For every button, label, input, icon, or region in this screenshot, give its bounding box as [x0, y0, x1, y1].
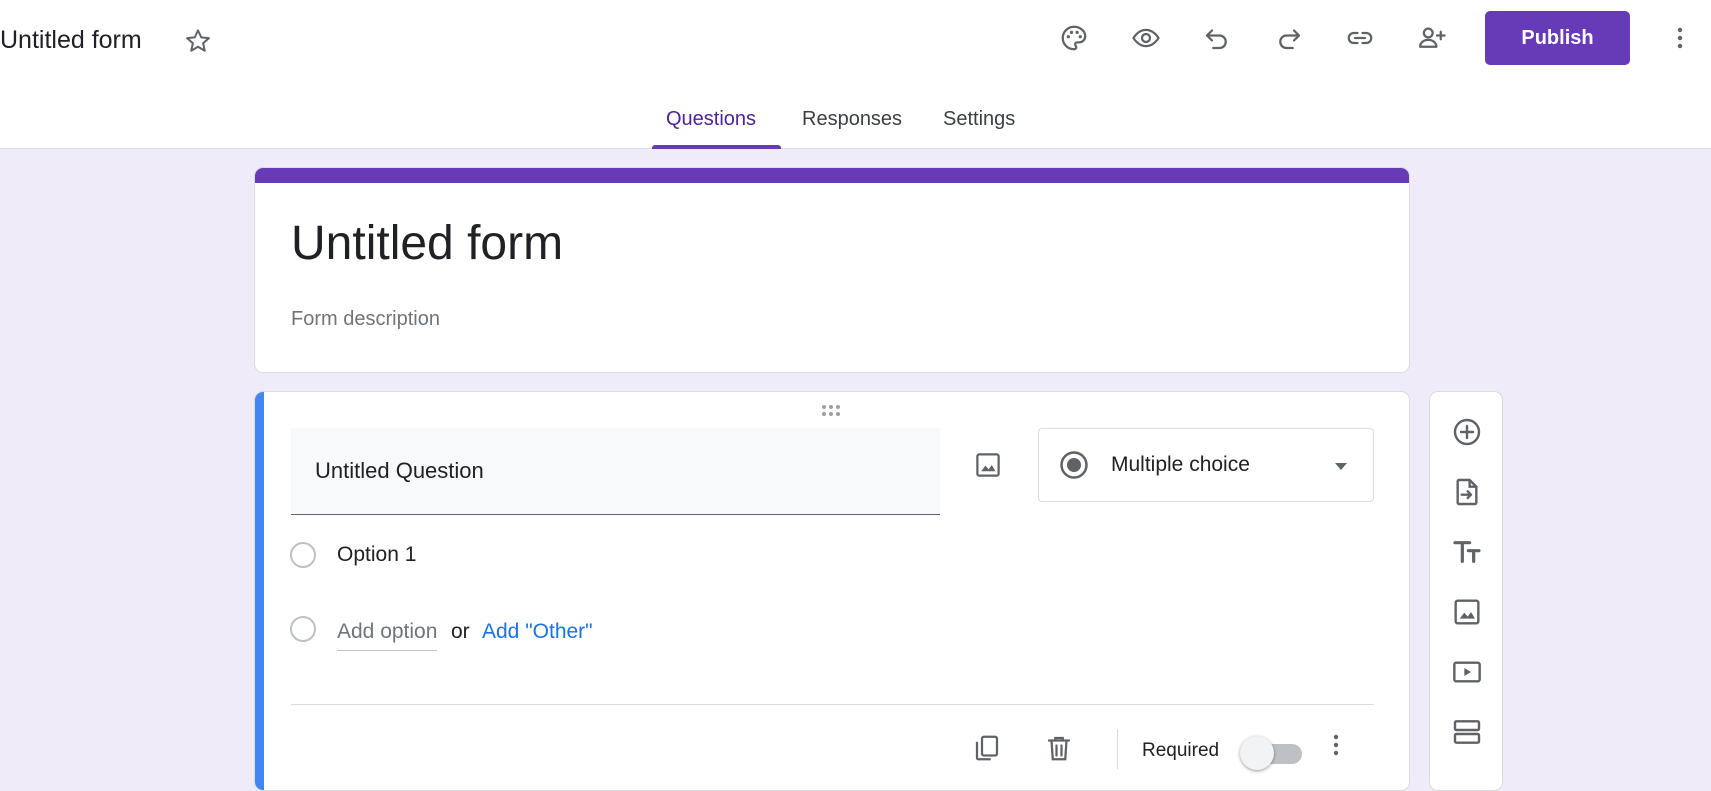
question-footer-divider — [291, 704, 1374, 705]
publish-button[interactable]: Publish — [1485, 11, 1630, 65]
tab-responses[interactable]: Responses — [802, 108, 902, 131]
add-section-icon[interactable] — [1447, 712, 1487, 752]
footer-vertical-divider — [1117, 729, 1118, 769]
question-title-field[interactable]: Untitled Question — [291, 428, 940, 515]
add-option-radio — [290, 616, 316, 642]
form-description-input[interactable]: Form description — [291, 308, 440, 331]
question-title-text: Untitled Question — [315, 458, 484, 483]
add-image-icon[interactable] — [971, 448, 1005, 482]
duplicate-icon[interactable] — [972, 733, 1002, 763]
add-collaborator-icon[interactable] — [1414, 20, 1450, 56]
preview-icon[interactable] — [1128, 20, 1164, 56]
option-radio — [290, 542, 316, 568]
add-video-icon[interactable] — [1447, 652, 1487, 692]
question-type-label: Multiple choice — [1111, 453, 1250, 476]
tab-questions[interactable]: Questions — [666, 108, 756, 131]
floating-toolbar — [1429, 391, 1503, 791]
drag-handle-icon[interactable] — [820, 404, 848, 418]
delete-icon[interactable] — [1044, 733, 1074, 763]
add-title-icon[interactable] — [1447, 532, 1487, 572]
import-questions-icon[interactable] — [1447, 472, 1487, 512]
radio-button-checked-icon — [1059, 450, 1089, 480]
required-toggle-knob[interactable] — [1240, 736, 1274, 770]
palette-icon[interactable] — [1056, 20, 1092, 56]
active-question-indicator — [255, 392, 264, 790]
more-vert-icon[interactable] — [1332, 733, 1352, 767]
add-question-icon[interactable] — [1447, 412, 1487, 452]
question-type-dropdown[interactable]: Multiple choice — [1038, 428, 1374, 502]
or-text: or — [451, 620, 470, 643]
tab-settings[interactable]: Settings — [943, 108, 1015, 131]
form-accent-bar — [255, 168, 1409, 183]
active-tab-indicator — [652, 145, 781, 149]
redo-icon[interactable] — [1271, 20, 1307, 56]
link-icon[interactable] — [1342, 20, 1378, 56]
form-title-input[interactable]: Untitled form — [291, 216, 563, 271]
star-icon[interactable] — [183, 26, 213, 56]
top-bar: Untitled form Publish Questions Response… — [0, 0, 1711, 149]
question-card[interactable]: Untitled Question Multiple choice Option… — [254, 391, 1410, 791]
add-other-link[interactable]: Add "Other" — [482, 620, 593, 644]
add-option-input[interactable]: Add option — [337, 620, 438, 651]
chevron-down-icon — [1333, 459, 1349, 473]
document-title[interactable]: Untitled form — [0, 26, 142, 55]
add-image-icon[interactable] — [1447, 592, 1487, 632]
undo-icon[interactable] — [1199, 20, 1235, 56]
more-vert-icon[interactable] — [1665, 20, 1695, 56]
form-header-card: Untitled form Form description — [254, 167, 1410, 373]
required-label: Required — [1142, 740, 1220, 761]
option-label[interactable]: Option 1 — [337, 543, 416, 567]
